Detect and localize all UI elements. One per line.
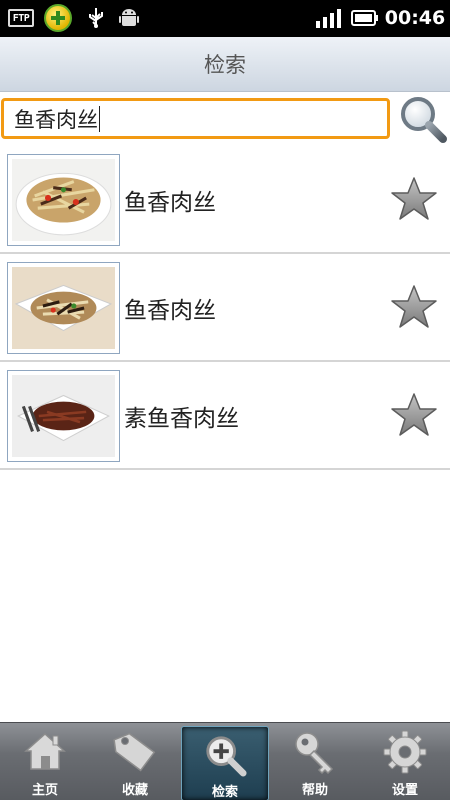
title-bar: 检索: [0, 37, 450, 92]
dish-thumbnail: [7, 154, 120, 246]
dish-title: 鱼香肉丝: [124, 298, 216, 324]
home-icon: [24, 732, 66, 770]
tab-home[interactable]: 主页: [1, 723, 89, 800]
tab-label: 帮助: [301, 783, 328, 798]
dish-title: 素鱼香肉丝: [124, 406, 239, 432]
tab-label: 检索: [211, 785, 238, 800]
tab-label: 主页: [31, 783, 58, 798]
tab-label: 收藏: [121, 783, 148, 798]
search-input-value: 鱼香肉丝: [14, 107, 98, 132]
search-plus-icon: [206, 736, 247, 777]
dish-thumbnail: [7, 262, 120, 354]
signal-icon: [314, 7, 342, 29]
bottom-tab-bar: 主页 收藏 检索 帮助 设置: [0, 722, 450, 800]
list-item[interactable]: 鱼香肉丝: [0, 254, 450, 362]
dish-title: 鱼香肉丝: [124, 190, 216, 216]
tag-icon: [113, 732, 156, 772]
text-caret: [99, 105, 100, 132]
battery-icon: [350, 7, 380, 29]
list-item[interactable]: 素鱼香肉丝: [0, 362, 450, 470]
list-item[interactable]: 鱼香肉丝: [0, 146, 450, 254]
tab-search[interactable]: 检索: [181, 726, 269, 800]
tab-help[interactable]: 帮助: [271, 723, 359, 800]
search-input[interactable]: 鱼香肉丝: [1, 98, 390, 139]
tab-settings[interactable]: 设置: [361, 723, 449, 800]
star-icon[interactable]: [390, 392, 438, 438]
clock-time: 00:46: [384, 7, 446, 29]
search-button[interactable]: [398, 94, 448, 144]
key-icon: [295, 732, 334, 775]
tab-label: 设置: [391, 783, 418, 798]
ftp-icon: FTP: [8, 9, 34, 27]
gear-icon: [383, 730, 427, 774]
plus-360-icon: [44, 4, 72, 32]
search-bar: 鱼香肉丝: [0, 92, 450, 148]
android-icon: [117, 7, 141, 29]
search-icon: [401, 97, 447, 143]
dish-thumbnail: [7, 370, 120, 462]
tab-favorites[interactable]: 收藏: [91, 723, 179, 800]
page-title: 检索: [204, 53, 246, 77]
usb-icon: [85, 7, 107, 29]
result-list: 鱼香肉丝 鱼香肉丝 素鱼香肉丝: [0, 146, 450, 470]
star-icon[interactable]: [390, 284, 438, 330]
status-bar: FTP 00:46: [0, 0, 450, 37]
star-icon[interactable]: [390, 176, 438, 222]
